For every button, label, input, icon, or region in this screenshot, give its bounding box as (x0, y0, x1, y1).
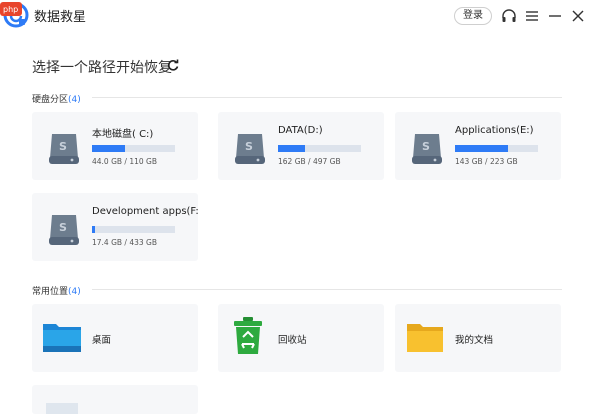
svg-text:S: S (59, 140, 67, 153)
title-bar: php 数据救星 登录 (0, 0, 600, 34)
drive-usage-fill (455, 145, 509, 152)
drive-usage-fill (278, 145, 306, 152)
drive-name: Development apps(F: (92, 206, 199, 217)
drive-name: 本地磁盘( C:) (92, 129, 154, 140)
drive-card-d[interactable]: S DATA(D:) 162 GB / 497 GB (218, 112, 384, 180)
location-card-recycle-bin[interactable]: 回收站 (218, 304, 384, 372)
drive-usage-fill (92, 226, 96, 233)
locations-section-heading: 常用位置(4) (32, 284, 81, 297)
partial-location-icon (46, 403, 78, 414)
drives-divider (92, 97, 562, 98)
drive-card-e[interactable]: S Applications(E:) 143 GB / 223 GB (395, 112, 561, 180)
drive-usage-bar (455, 145, 538, 152)
hard-drive-icon: S (412, 134, 442, 164)
drive-usage-bar (278, 145, 361, 152)
drives-section-count: (4) (68, 95, 81, 105)
drives-section-heading: 硬盘分区(4) (32, 92, 81, 105)
location-card-desktop[interactable]: 桌面 (32, 304, 198, 372)
svg-text:S: S (59, 221, 67, 234)
drive-usage-bar (92, 226, 175, 233)
drives-section-label: 硬盘分区 (32, 95, 69, 105)
drive-size: 162 GB / 497 GB (278, 157, 341, 166)
recycle-bin-icon (234, 317, 262, 354)
desktop-folder-icon (43, 324, 81, 352)
app-title: 数据救星 (34, 10, 87, 25)
documents-folder-icon (407, 324, 443, 352)
close-icon[interactable] (569, 7, 587, 25)
hard-drive-icon: S (235, 134, 265, 164)
headset-support-icon[interactable] (500, 7, 518, 25)
drive-name: DATA(D:) (278, 125, 323, 136)
drive-name: Applications(E:) (455, 125, 534, 136)
refresh-icon[interactable] (166, 58, 180, 72)
drive-size: 143 GB / 223 GB (455, 157, 518, 166)
page-title: 选择一个路径开始恢复 (32, 60, 172, 76)
drive-size: 44.0 GB / 110 GB (92, 157, 157, 166)
svg-text:S: S (422, 140, 430, 153)
location-name: 我的文档 (455, 335, 494, 346)
drive-card-c[interactable]: S 本地磁盘( C:) 44.0 GB / 110 GB (32, 112, 198, 180)
location-card-partial[interactable] (32, 385, 198, 414)
menu-icon[interactable] (523, 7, 541, 25)
drive-size: 17.4 GB / 433 GB (92, 238, 157, 247)
login-button[interactable]: 登录 (454, 7, 492, 25)
location-name: 回收站 (278, 335, 307, 346)
locations-divider (92, 289, 562, 290)
drive-card-f[interactable]: S Development apps(F: 17.4 GB / 433 GB (32, 193, 199, 261)
svg-text:S: S (245, 140, 253, 153)
location-name: 桌面 (92, 335, 112, 346)
watermark-logo: php (0, 2, 22, 16)
minimize-icon[interactable] (546, 7, 564, 25)
locations-section-count: (4) (68, 287, 81, 297)
locations-section-label: 常用位置 (32, 287, 69, 297)
hard-drive-icon: S (49, 215, 79, 245)
drive-usage-fill (92, 145, 126, 152)
location-card-documents[interactable]: 我的文档 (395, 304, 561, 372)
drive-usage-bar (92, 145, 175, 152)
hard-drive-icon: S (49, 134, 79, 164)
svg-text:php: php (3, 5, 18, 14)
